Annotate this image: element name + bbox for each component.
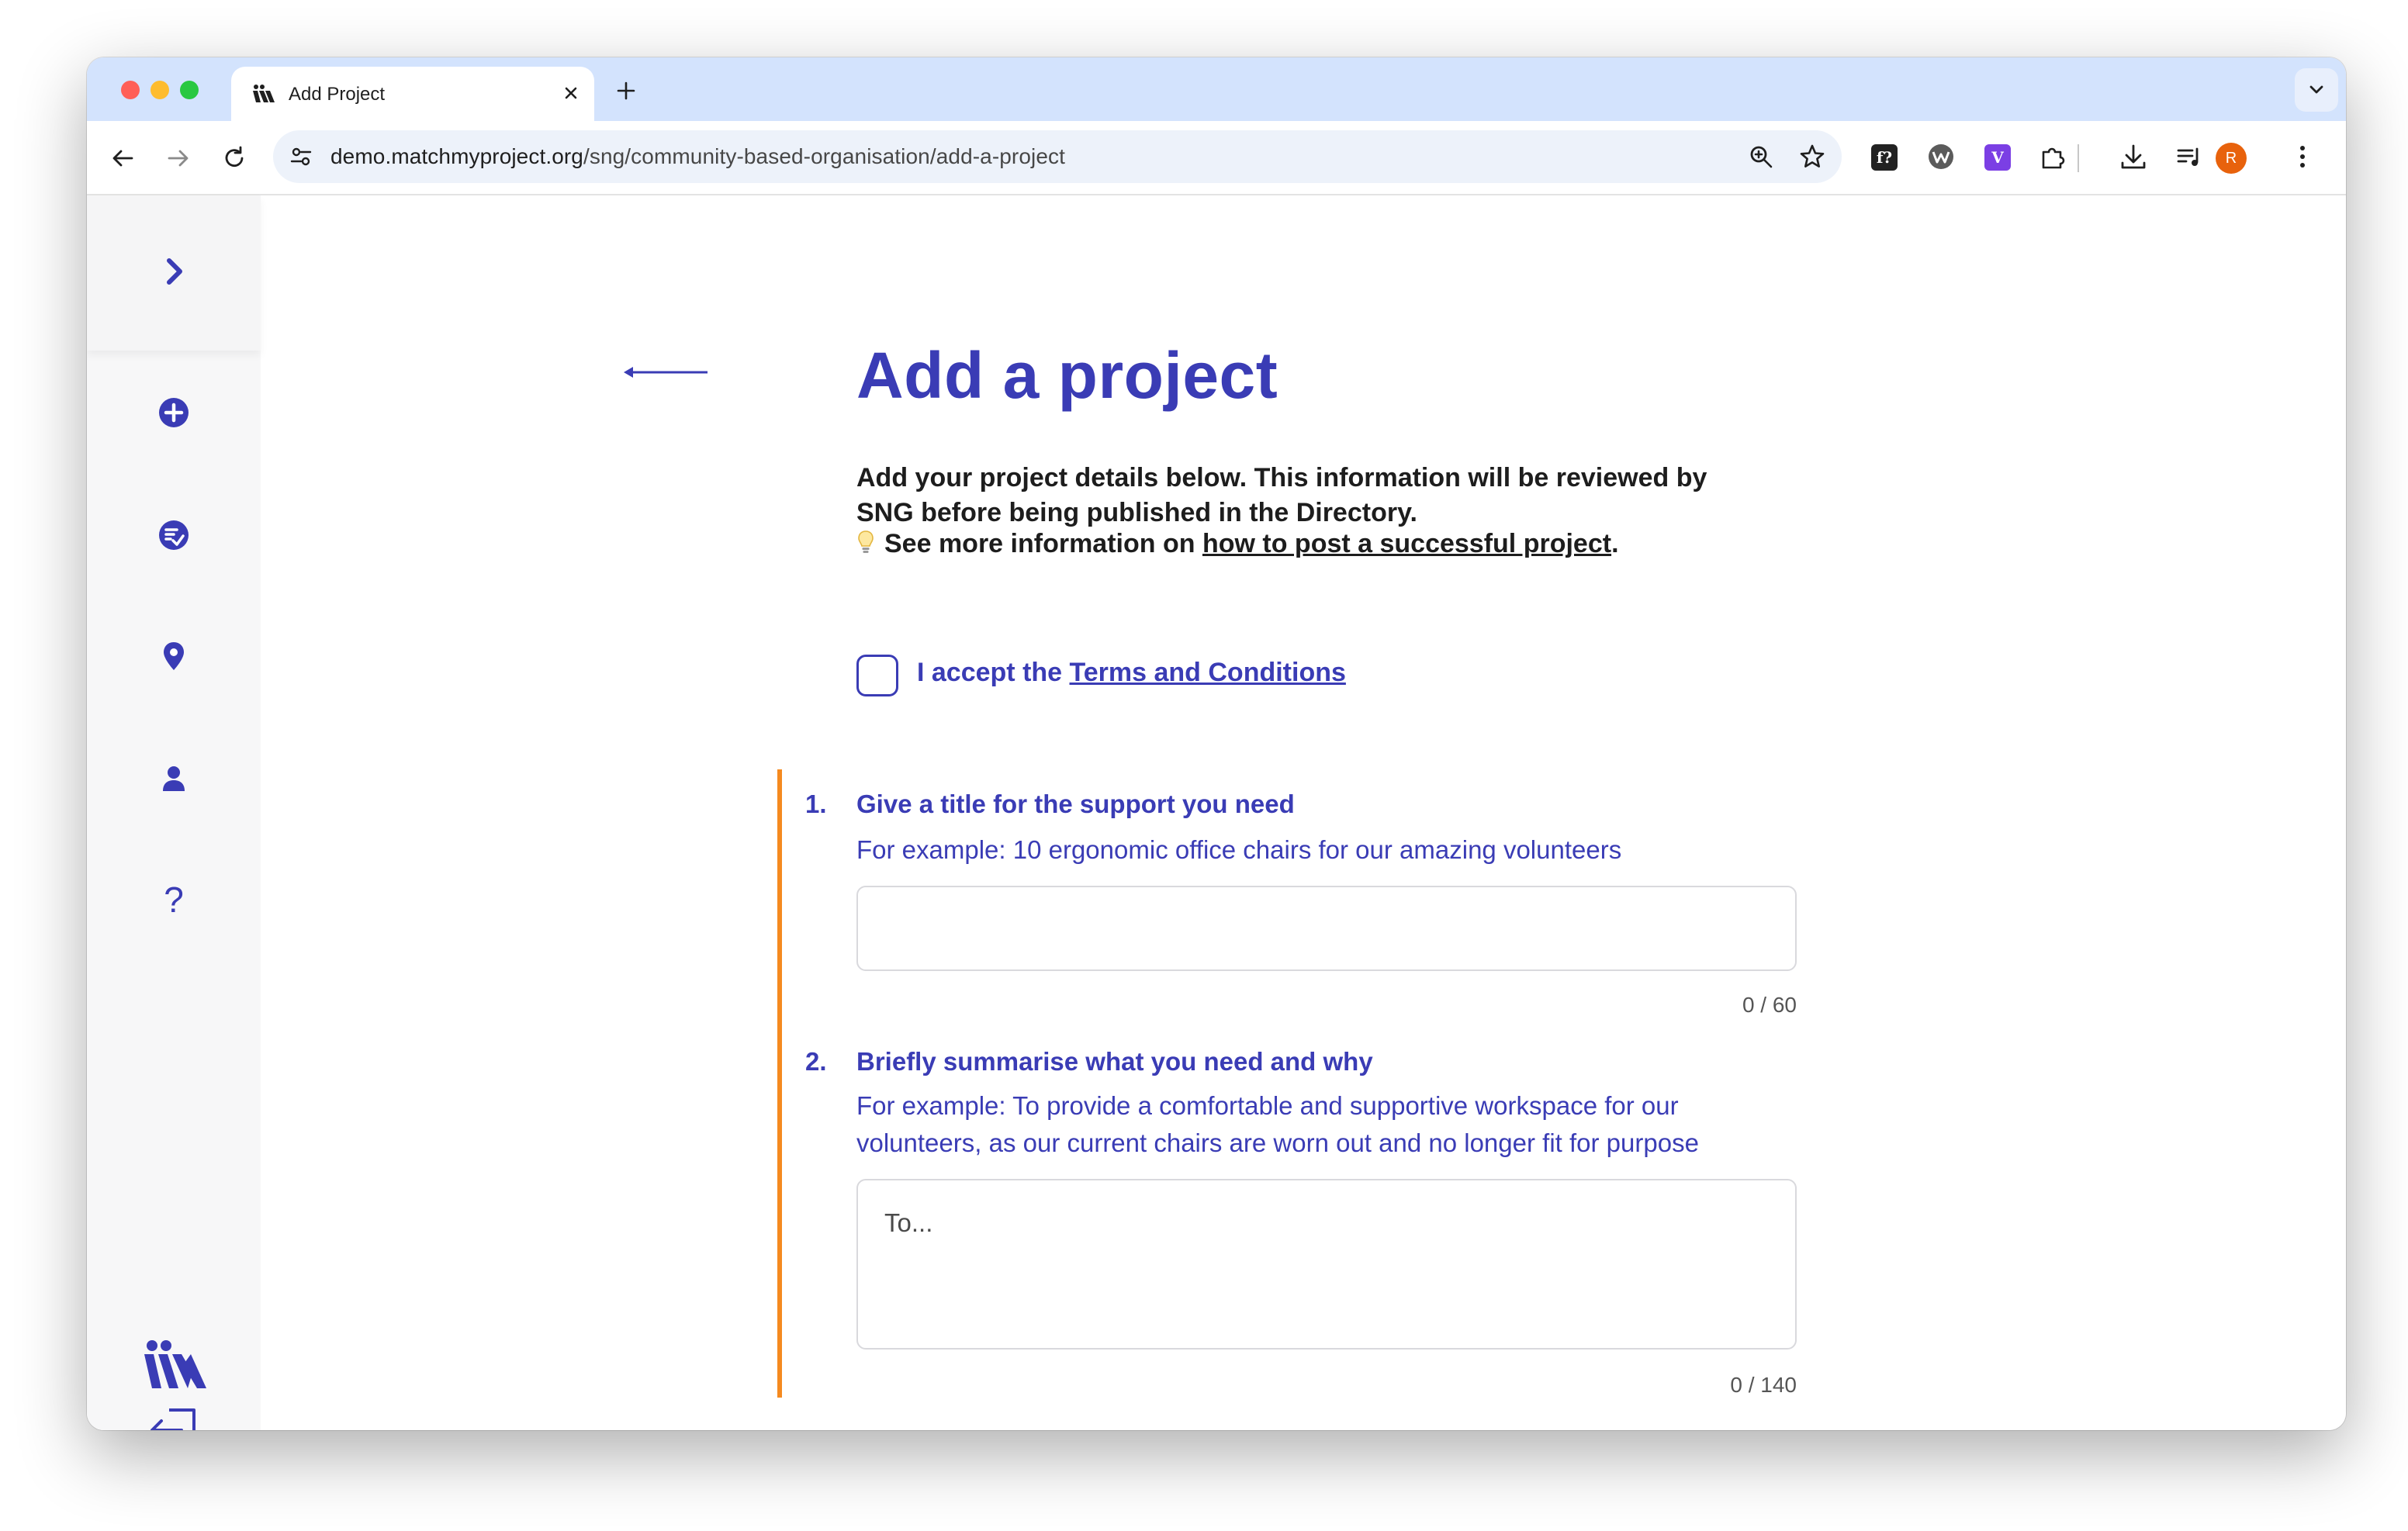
question-1-number: 1.: [805, 790, 827, 818]
zoom-icon[interactable]: [1747, 143, 1775, 171]
tip-suffix: .: [1611, 529, 1619, 558]
maximize-window-button[interactable]: [180, 81, 199, 99]
section-accent-bar: [777, 769, 782, 1398]
puzzle-extensions-icon[interactable]: [2037, 141, 2068, 172]
terms-checkbox[interactable]: [856, 655, 898, 696]
question-2-title: Briefly summarise what you need and why: [856, 1047, 1373, 1076]
close-tab-icon[interactable]: [560, 82, 582, 104]
project-title-input[interactable]: [856, 886, 1797, 971]
intro-text: Add your project details below. This inf…: [856, 463, 1707, 527]
toolbar-separator: [2078, 144, 2079, 172]
page-title: Add a project: [856, 339, 1278, 412]
tip-text: See more information on how to post a su…: [856, 529, 1619, 559]
media-queue-icon[interactable]: [2174, 141, 2205, 172]
tab-strip: Add Project: [87, 57, 2346, 121]
project-summary-textarea[interactable]: [856, 1179, 1797, 1350]
fx-extension-icon[interactable]: f?: [1871, 144, 1898, 171]
logout-icon[interactable]: [147, 1405, 200, 1430]
chevron-down-icon: [2309, 85, 2323, 94]
matchmyproject-favicon-icon: [253, 85, 275, 102]
help-icon[interactable]: ?: [155, 881, 192, 918]
terms-label: I accept the Terms and Conditions: [917, 658, 1346, 688]
terms-prefix: I accept the: [917, 658, 1070, 687]
new-tab-icon[interactable]: [614, 79, 638, 102]
add-circle-icon[interactable]: [155, 394, 192, 431]
browser-toolbar: demo.matchmyproject.org/sng/community-ba…: [87, 121, 2346, 195]
question-1-title: Give a title for the support you need: [856, 790, 1295, 818]
question-2-number: 2.: [805, 1047, 827, 1076]
location-pin-icon[interactable]: [155, 638, 192, 675]
bookmark-star-icon[interactable]: [1798, 143, 1826, 171]
url-host: demo.matchmyproject.org: [330, 144, 583, 168]
sidebar: ?: [87, 195, 261, 1430]
logo[interactable]: [141, 1339, 208, 1393]
back-arrow-icon[interactable]: [109, 144, 137, 172]
lightbulb-icon: [858, 530, 874, 553]
expand-chevron-icon[interactable]: [155, 253, 192, 290]
wappalyzer-icon[interactable]: [1925, 141, 1956, 172]
profile-avatar[interactable]: R: [2216, 143, 2247, 174]
browser-window: Add Project demo.matchmyproject.org/sng/…: [87, 57, 2346, 1430]
how-to-post-link[interactable]: how to post a successful project: [1202, 529, 1611, 558]
url-path: /sng/community-based-organisation/add-a-…: [583, 144, 1065, 168]
tab-search-button[interactable]: [2295, 68, 2338, 112]
more-menu-icon[interactable]: [2287, 141, 2318, 172]
question-2-hint: For example: To provide a comfortable an…: [856, 1091, 1699, 1157]
page-content: ? Add a project Add your project details…: [87, 195, 2346, 1430]
v-extension-icon[interactable]: V: [1984, 144, 2011, 171]
download-icon[interactable]: [2118, 141, 2149, 172]
terms-link[interactable]: Terms and Conditions: [1070, 658, 1346, 687]
close-window-button[interactable]: [121, 81, 140, 99]
back-link-icon[interactable]: [622, 365, 709, 380]
tip-prefix: See more information on: [884, 529, 1202, 558]
address-bar[interactable]: demo.matchmyproject.org/sng/community-ba…: [273, 130, 1842, 183]
forward-arrow-icon[interactable]: [164, 144, 192, 172]
site-settings-icon[interactable]: [289, 144, 313, 169]
minimize-window-button[interactable]: [150, 81, 169, 99]
reload-icon[interactable]: [220, 144, 248, 172]
question-1-counter: 0 / 60: [1742, 993, 1797, 1017]
checklist-icon[interactable]: [155, 517, 192, 554]
question-1-hint: For example: 10 ergonomic office chairs …: [856, 835, 1622, 864]
person-icon[interactable]: [155, 760, 192, 797]
tab-add-project[interactable]: Add Project: [231, 67, 594, 121]
question-2-counter: 0 / 140: [1730, 1373, 1797, 1397]
tab-title: Add Project: [289, 84, 386, 105]
url-text[interactable]: demo.matchmyproject.org/sng/community-ba…: [330, 144, 1065, 169]
